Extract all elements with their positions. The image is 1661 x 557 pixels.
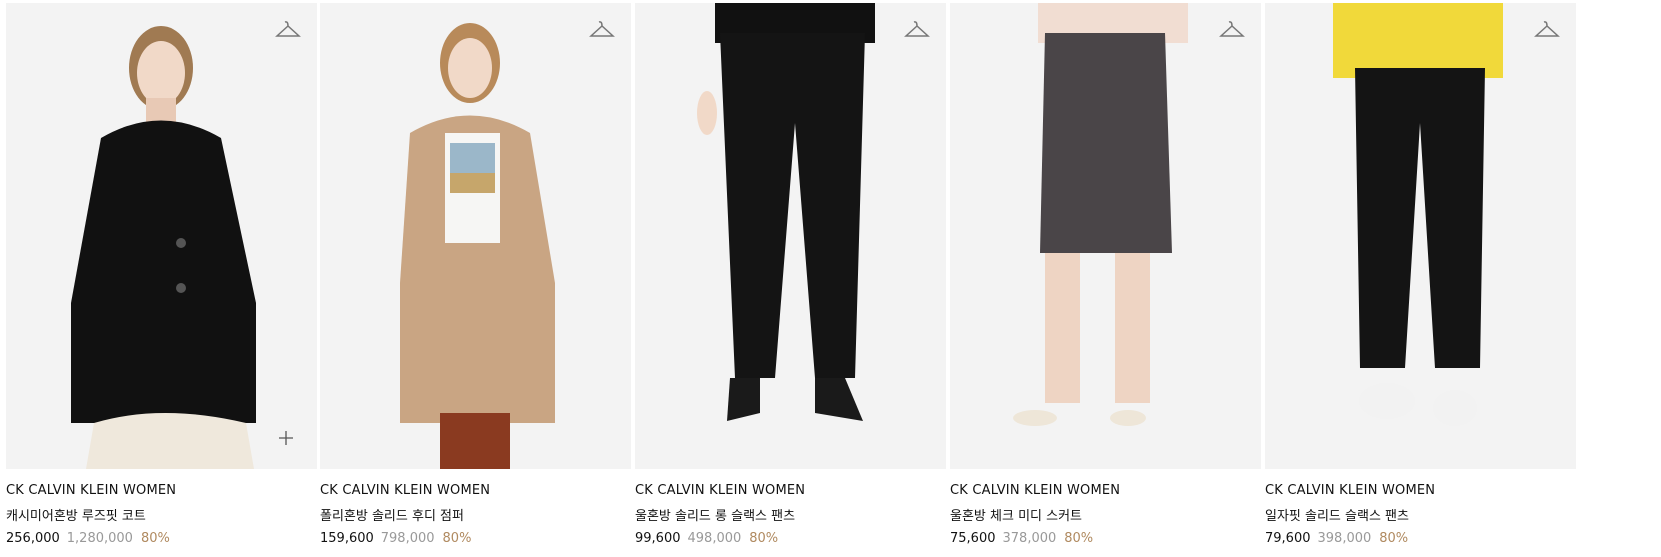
product-name[interactable]: 일자핏 솔리드 슬랙스 팬츠: [1265, 505, 1576, 524]
product-card[interactable]: CK CALVIN KLEIN WOMEN 폴리혼방 솔리드 후디 점퍼 159…: [320, 3, 631, 546]
original-price: 498,000: [687, 531, 742, 546]
discount-rate: 80%: [749, 531, 779, 546]
price-row: 79,600 398,000 80%: [1265, 531, 1576, 546]
model-straight-slacks-illustration: [1333, 3, 1503, 426]
model-jumper-illustration: [400, 23, 555, 469]
product-grid: CK CALVIN KLEIN WOMEN 캐시미어혼방 루즈핏 코트 256,…: [0, 0, 1661, 557]
price-row: 75,600 378,000 80%: [950, 531, 1261, 546]
plus-icon[interactable]: [279, 431, 293, 445]
brand-name[interactable]: CK CALVIN KLEIN WOMEN: [635, 483, 946, 498]
price-row: 159,600 798,000 80%: [320, 531, 631, 546]
hanger-icon[interactable]: [904, 19, 930, 41]
hanger-icon[interactable]: [1219, 19, 1245, 41]
product-image[interactable]: [950, 3, 1261, 469]
product-card[interactable]: CK CALVIN KLEIN WOMEN 울혼방 솔리드 롱 슬랙스 팬츠 9…: [635, 3, 946, 546]
model-coat-illustration: [71, 26, 256, 469]
brand-name[interactable]: CK CALVIN KLEIN WOMEN: [950, 483, 1261, 498]
product-image[interactable]: [6, 3, 317, 469]
discount-rate: 80%: [140, 531, 170, 546]
product-image[interactable]: [320, 3, 631, 469]
sale-price: 79,600: [1265, 531, 1311, 546]
brand-name[interactable]: CK CALVIN KLEIN WOMEN: [320, 483, 631, 498]
brand-name[interactable]: CK CALVIN KLEIN WOMEN: [1265, 483, 1576, 498]
hanger-icon[interactable]: [1534, 19, 1560, 41]
product-name[interactable]: 캐시미어혼방 루즈핏 코트: [6, 505, 317, 524]
hanger-icon[interactable]: [589, 19, 615, 41]
price-row: 256,000 1,280,000 80%: [6, 531, 317, 546]
product-card[interactable]: CK CALVIN KLEIN WOMEN 캐시미어혼방 루즈핏 코트 256,…: [6, 3, 317, 546]
original-price: 1,280,000: [66, 531, 133, 546]
model-skirt-illustration: [1013, 3, 1188, 426]
sale-price: 99,600: [635, 531, 681, 546]
product-image[interactable]: [635, 3, 946, 469]
original-price: 378,000: [1002, 531, 1057, 546]
product-name[interactable]: 폴리혼방 솔리드 후디 점퍼: [320, 505, 631, 524]
brand-name[interactable]: CK CALVIN KLEIN WOMEN: [6, 483, 317, 498]
product-card[interactable]: CK CALVIN KLEIN WOMEN 울혼방 체크 미디 스커트 75,6…: [950, 3, 1261, 546]
discount-rate: 80%: [1379, 531, 1409, 546]
original-price: 398,000: [1317, 531, 1372, 546]
product-name[interactable]: 울혼방 솔리드 롱 슬랙스 팬츠: [635, 505, 946, 524]
price-row: 99,600 498,000 80%: [635, 531, 946, 546]
discount-rate: 80%: [1064, 531, 1094, 546]
sale-price: 159,600: [320, 531, 374, 546]
product-image[interactable]: [1265, 3, 1576, 469]
sale-price: 75,600: [950, 531, 996, 546]
hanger-icon[interactable]: [275, 19, 301, 41]
product-card[interactable]: CK CALVIN KLEIN WOMEN 일자핏 솔리드 슬랙스 팬츠 79,…: [1265, 3, 1576, 546]
original-price: 798,000: [380, 531, 435, 546]
discount-rate: 80%: [442, 531, 472, 546]
model-slacks-illustration: [697, 3, 875, 421]
sale-price: 256,000: [6, 531, 60, 546]
product-name[interactable]: 울혼방 체크 미디 스커트: [950, 505, 1261, 524]
